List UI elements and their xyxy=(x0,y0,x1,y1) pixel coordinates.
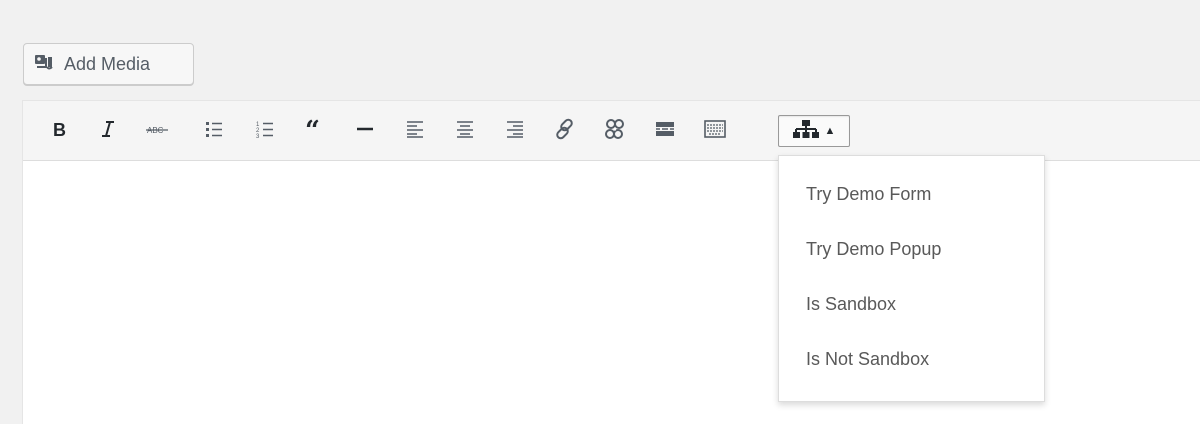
menu-item-try-demo-form[interactable]: Try Demo Form xyxy=(779,167,1044,222)
sitemap-dropdown-menu: Try Demo Form Try Demo Popup Is Sandbox … xyxy=(778,155,1045,402)
sitemap-dropdown-button[interactable]: ▲ xyxy=(778,115,850,147)
horizontal-line-button[interactable] xyxy=(348,115,382,147)
italic-icon xyxy=(98,119,118,144)
read-more-icon xyxy=(654,119,676,144)
add-media-icon xyxy=(34,53,64,76)
insert-link-button[interactable] xyxy=(548,115,582,147)
menu-item-try-demo-popup[interactable]: Try Demo Popup xyxy=(779,222,1044,277)
toolbar-toggle-button[interactable] xyxy=(698,115,732,147)
unlink-icon xyxy=(603,118,627,145)
align-right-button[interactable] xyxy=(498,115,532,147)
add-media-button[interactable]: Add Media xyxy=(23,43,194,85)
align-right-icon xyxy=(505,119,525,144)
bulleted-list-button[interactable] xyxy=(197,115,231,147)
italic-button[interactable] xyxy=(91,115,125,147)
svg-text:“: “ xyxy=(305,119,320,139)
align-left-button[interactable] xyxy=(398,115,432,147)
bold-icon: B xyxy=(49,119,69,144)
numbered-list-button[interactable]: 123 xyxy=(248,115,282,147)
menu-item-is-sandbox[interactable]: Is Sandbox xyxy=(779,277,1044,332)
align-left-icon xyxy=(405,119,425,144)
blockquote-icon: “ xyxy=(305,116,327,146)
strikethrough-button[interactable]: ABC xyxy=(141,115,175,147)
bulleted-list-icon xyxy=(204,119,224,144)
svg-text:3: 3 xyxy=(256,134,260,139)
read-more-button[interactable] xyxy=(648,115,682,147)
blockquote-button[interactable]: “ xyxy=(299,115,333,147)
horizontal-line-icon xyxy=(355,119,375,144)
editor-toolbar: B ABC 123 “ ▲ xyxy=(23,101,1200,161)
svg-text:B: B xyxy=(53,120,66,139)
align-center-icon xyxy=(455,119,475,144)
keyboard-icon xyxy=(703,119,727,144)
sitemap-icon xyxy=(792,119,819,144)
remove-link-button[interactable] xyxy=(598,115,632,147)
bold-button[interactable]: B xyxy=(42,115,76,147)
caret-up-icon: ▲ xyxy=(824,125,836,137)
add-media-label: Add Media xyxy=(64,53,151,74)
align-center-button[interactable] xyxy=(448,115,482,147)
link-icon xyxy=(554,118,576,145)
strikethrough-icon: ABC xyxy=(146,119,170,144)
menu-item-is-not-sandbox[interactable]: Is Not Sandbox xyxy=(779,332,1044,387)
numbered-list-icon: 123 xyxy=(255,119,275,144)
